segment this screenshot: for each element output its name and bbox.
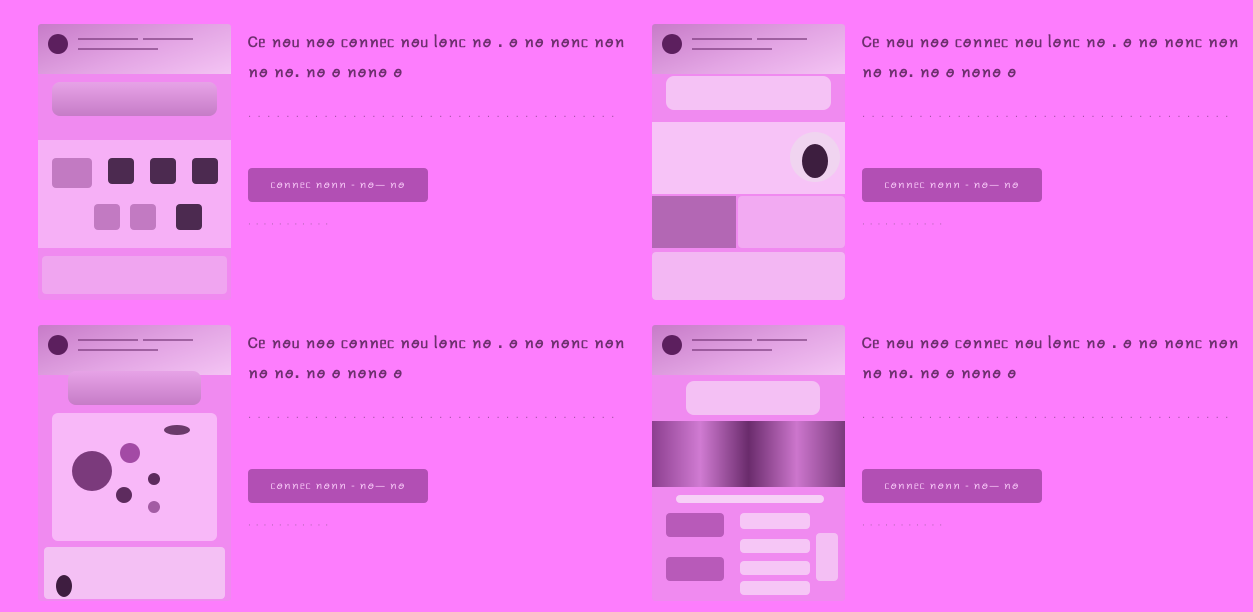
preview-banner — [68, 371, 201, 405]
preview-banner — [686, 381, 820, 415]
template-preview-image[interactable] — [652, 325, 845, 601]
template-title: Ꮯᥱ ꪀꪮᥙ ꪀꪮꪮ ᥴꪮꪀꪀᥱᥴ ꪀꪮᥙ ᥣꪮꪀᥴ ꪀꪮ . ꪮ ꪀꪮ ꪀꪮꪀ… — [248, 35, 626, 81]
preview-gallery — [38, 140, 231, 248]
template-meta: · · · · · · · · · · · — [862, 220, 944, 230]
template-description: · · · · · · · · · · · · · · · · · · · · … — [248, 112, 616, 123]
template-title: Ꮯᥱ ꪀꪮᥙ ꪀꪮꪮ ᥴꪮꪀꪀᥱᥴ ꪀꪮᥙ ᥣꪮꪀᥴ ꪀꪮ . ꪮ ꪀꪮ ꪀꪮꪀ… — [862, 336, 1240, 382]
preview-hero — [652, 122, 845, 194]
template-meta: · · · · · · · · · · · — [248, 521, 330, 531]
template-meta: · · · · · · · · · · · — [862, 521, 944, 531]
template-preview-image[interactable] — [652, 24, 845, 300]
template-title: Ꮯᥱ ꪀꪮᥙ ꪀꪮꪮ ᥴꪮꪀꪀᥱᥴ ꪀꪮᥙ ᥣꪮꪀᥴ ꪀꪮ . ꪮ ꪀꪮ ꪀꪮꪀ… — [862, 35, 1240, 81]
template-description: · · · · · · · · · · · · · · · · · · · · … — [248, 413, 616, 424]
template-card: Ꮯᥱ ꪀꪮᥙ ꪀꪮꪮ ᥴꪮꪀꪀᥱᥴ ꪀꪮᥙ ᥣꪮꪀᥴ ꪀꪮ . ꪮ ꪀꪮ ꪀꪮꪀ… — [652, 325, 1242, 601]
select-template-button[interactable]: ᥴꪮꪀꪀᥱᥴ ꪀꪮꪀꪀ - ꪀꪮ— ꪀꪮ — [862, 469, 1042, 503]
template-preview-image[interactable] — [38, 325, 231, 601]
template-card: Ꮯᥱ ꪀꪮᥙ ꪀꪮꪮ ᥴꪮꪀꪀᥱᥴ ꪀꪮᥙ ᥣꪮꪀᥴ ꪀꪮ . ꪮ ꪀꪮ ꪀꪮꪀ… — [38, 24, 628, 300]
preview-header — [38, 24, 231, 74]
preview-header — [652, 325, 845, 375]
template-card: Ꮯᥱ ꪀꪮᥙ ꪀꪮꪮ ᥴꪮꪀꪀᥱᥴ ꪀꪮᥙ ᥣꪮꪀᥴ ꪀꪮ . ꪮ ꪀꪮ ꪀꪮꪀ… — [652, 24, 1242, 300]
preview-logo — [48, 34, 68, 54]
preview-logo — [662, 335, 682, 355]
template-description: · · · · · · · · · · · · · · · · · · · · … — [862, 112, 1230, 123]
preview-logo — [48, 335, 68, 355]
template-description: · · · · · · · · · · · · · · · · · · · · … — [862, 413, 1230, 424]
preview-banner — [52, 82, 217, 116]
preview-logo — [662, 34, 682, 54]
preview-photo-strip — [652, 421, 845, 487]
preview-header — [652, 24, 845, 74]
template-card: Ꮯᥱ ꪀꪮᥙ ꪀꪮꪮ ᥴꪮꪀꪀᥱᥴ ꪀꪮᥙ ᥣꪮꪀᥴ ꪀꪮ . ꪮ ꪀꪮ ꪀꪮꪀ… — [38, 325, 628, 601]
select-template-button[interactable]: ᥴꪮꪀꪀᥱᥴ ꪀꪮꪀꪀ - ꪀꪮ— ꪀꪮ — [862, 168, 1042, 202]
template-title: Ꮯᥱ ꪀꪮᥙ ꪀꪮꪮ ᥴꪮꪀꪀᥱᥴ ꪀꪮᥙ ᥣꪮꪀᥴ ꪀꪮ . ꪮ ꪀꪮ ꪀꪮꪀ… — [248, 336, 626, 382]
template-meta: · · · · · · · · · · · — [248, 220, 330, 230]
select-template-button[interactable]: ᥴꪮꪀꪀᥱᥴ ꪀꪮꪀꪀ - ꪀꪮ— ꪀꪮ — [248, 469, 428, 503]
preview-dashboard — [52, 413, 217, 541]
template-preview-image[interactable] — [38, 24, 231, 300]
select-template-button[interactable]: ᥴꪮꪀꪀᥱᥴ ꪀꪮꪀꪀ - ꪀꪮ— ꪀꪮ — [248, 168, 428, 202]
preview-banner — [666, 76, 831, 110]
preview-header — [38, 325, 231, 375]
